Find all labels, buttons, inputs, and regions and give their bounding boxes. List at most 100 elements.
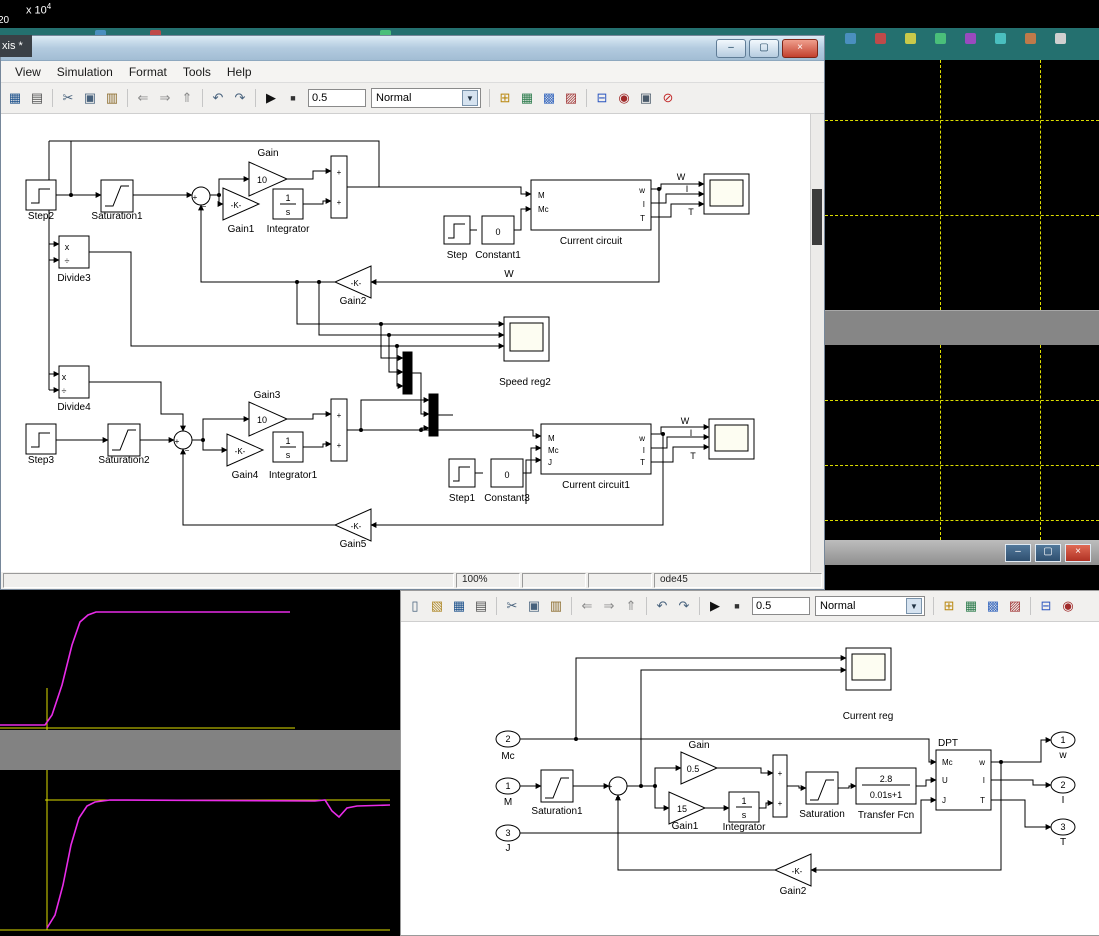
desktop-icon[interactable] [1025,33,1036,44]
copy-icon[interactable]: ▣ [524,596,544,616]
stop-icon[interactable]: ■ [727,596,747,616]
print-icon[interactable]: ▤ [471,596,491,616]
block-mux1[interactable] [403,352,412,394]
close-button[interactable]: × [782,39,818,58]
desktop-icon[interactable] [995,33,1006,44]
copy-icon[interactable]: ▣ [80,88,100,108]
toolbar-separator [496,597,497,615]
library-browser-icon[interactable]: ⊟ [1036,596,1056,616]
update-diagram-icon[interactable]: ▦ [961,596,981,616]
block-current-reg-scope[interactable] [846,648,891,690]
block-scope1[interactable] [704,174,749,214]
menu-tools[interactable]: Tools [175,63,219,81]
menu-view[interactable]: View [7,63,49,81]
forward-icon[interactable]: ⇒ [599,596,619,616]
build-icon[interactable]: ▨ [561,88,581,108]
build-icon[interactable]: ▨ [1005,596,1025,616]
cut-icon[interactable]: ✂ [502,596,522,616]
redo-icon[interactable]: ↷ [230,88,250,108]
svg-text:w: w [638,186,645,195]
block-saturation1[interactable] [101,180,133,212]
block-saturation[interactable] [806,772,838,804]
minimize-button[interactable]: – [1005,544,1031,562]
find-icon[interactable]: ◉ [614,88,634,108]
library-browser-icon[interactable]: ⊟ [592,88,612,108]
subsystem-window: ▯ ▧ ▦ ▤ ✂ ▣ ▥ ⇐ ⇒ ⇑ ↶ ↷ ▶ ■ Normal ▼ ⊞ [400,590,1099,936]
vertical-scrollbar[interactable] [810,114,824,572]
block-speed-reg2-scope[interactable] [504,317,549,361]
run-icon[interactable]: ▶ [261,88,281,108]
block-current-circuit[interactable] [531,180,651,230]
scrollbar-thumb[interactable] [812,189,822,245]
redo-icon[interactable]: ↷ [674,596,694,616]
block-saturation1[interactable] [541,770,573,802]
scope-gridline [825,215,1099,216]
svg-text:Gain2: Gain2 [340,296,367,307]
desktop-icon[interactable] [965,33,976,44]
block-saturation2[interactable] [108,424,140,456]
block-step2[interactable] [26,180,56,210]
desktop-icon[interactable] [875,33,886,44]
sim-mode-dropdown[interactable]: Normal ▼ [371,88,481,108]
close-button[interactable]: × [1065,544,1091,562]
model-explorer-icon[interactable]: ⊞ [939,596,959,616]
undo-icon[interactable]: ↶ [208,88,228,108]
svg-text:÷: ÷ [65,256,70,266]
undo-icon[interactable]: ↶ [652,596,672,616]
stop-icon[interactable]: ■ [283,88,303,108]
paste-icon[interactable]: ▥ [102,88,122,108]
block-sum2[interactable] [331,156,347,218]
config-icon[interactable]: ▩ [983,596,1003,616]
up-icon[interactable]: ⇑ [177,88,197,108]
block-step3[interactable] [26,424,56,454]
back-icon[interactable]: ⇐ [133,88,153,108]
block-gain3[interactable] [249,402,287,436]
toolbar-separator [52,89,53,107]
menu-simulation[interactable]: Simulation [49,63,121,81]
config-icon[interactable]: ▩ [539,88,559,108]
svg-text:M: M [538,191,545,200]
block-step1[interactable] [449,459,475,487]
menu-help[interactable]: Help [219,63,260,81]
status-cell [588,573,652,588]
sim-time-input[interactable] [752,597,810,615]
block-mux2[interactable] [429,394,438,436]
svg-text:+: + [337,441,342,450]
debug-icon[interactable]: ⊘ [658,88,678,108]
block-step[interactable] [444,216,470,244]
svg-text:w: w [638,434,645,443]
forward-icon[interactable]: ⇒ [155,88,175,108]
block-divide3[interactable] [59,236,89,268]
scope-gridline [825,400,1099,401]
up-icon[interactable]: ⇑ [621,596,641,616]
save-icon[interactable]: ▦ [449,596,469,616]
cut-icon[interactable]: ✂ [58,88,78,108]
desktop-icon[interactable] [1055,33,1066,44]
maximize-button[interactable]: ▢ [749,39,779,58]
svg-text:Gain5: Gain5 [340,539,367,550]
menu-format[interactable]: Format [121,63,175,81]
minimize-button[interactable]: – [716,39,746,58]
run-icon[interactable]: ▶ [705,596,725,616]
sim-mode-dropdown[interactable]: Normal ▼ [815,596,925,616]
desktop-icon[interactable] [935,33,946,44]
model-browser-icon[interactable]: ▣ [636,88,656,108]
new-icon[interactable]: ▯ [405,596,425,616]
svg-text:-K-: -K- [235,447,246,456]
paste-icon[interactable]: ▥ [546,596,566,616]
svg-text:w: w [1058,750,1067,761]
desktop-icon[interactable] [845,33,856,44]
find-icon[interactable]: ◉ [1058,596,1078,616]
block-sum4[interactable] [331,399,347,461]
block-scope2[interactable] [709,419,754,459]
maximize-button[interactable]: ▢ [1035,544,1061,562]
save-icon[interactable]: ▦ [5,88,25,108]
open-icon[interactable]: ▧ [427,596,447,616]
sim-time-input[interactable] [308,89,366,107]
update-diagram-icon[interactable]: ▦ [517,88,537,108]
w1-titlebar[interactable]: – ▢ × [1,36,824,61]
print-icon[interactable]: ▤ [27,88,47,108]
desktop-icon[interactable] [905,33,916,44]
back-icon[interactable]: ⇐ [577,596,597,616]
model-explorer-icon[interactable]: ⊞ [495,88,515,108]
